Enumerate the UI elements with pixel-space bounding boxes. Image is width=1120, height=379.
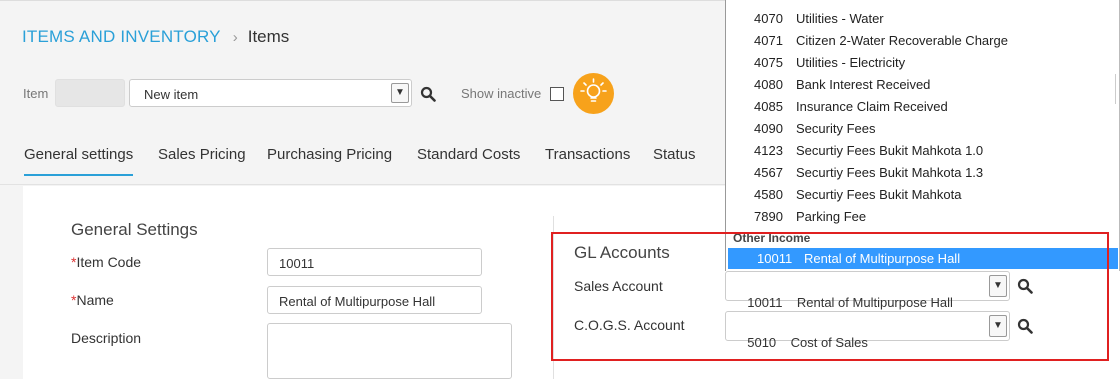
tab-purchasing-pricing[interactable]: Purchasing Pricing [267,146,392,163]
dropdown-option[interactable]: 4075 Utilities - Electricity [754,55,905,70]
dropdown-option[interactable]: 4071 Citizen 2-Water Recoverable Charge [754,33,1008,48]
tab-sales-pricing[interactable]: Sales Pricing [158,146,246,163]
breadcrumb-section-link[interactable]: ITEMS AND INVENTORY [22,27,221,46]
chevron-down-icon[interactable]: ▼ [391,83,409,103]
gl-accounts-highlight-box [551,232,1109,361]
breadcrumb: ITEMS AND INVENTORY › Items [22,27,289,47]
description-textarea[interactable] [267,323,512,379]
item-filter-label: Item [23,86,49,101]
dropdown-option[interactable]: 4580 Securtiy Fees Bukit Mahkota [754,187,961,202]
dropdown-option[interactable]: 4567 Securtiy Fees Bukit Mahkota 1.3 [754,165,983,180]
tab-transactions[interactable]: Transactions [545,146,630,163]
breadcrumb-separator: › [232,29,238,46]
item-code-input[interactable]: 10011 [267,248,482,276]
description-label: Description [71,330,142,346]
general-settings-title: General Settings [71,220,198,239]
page-title: Items [247,27,290,46]
show-inactive-label: Show inactive [461,86,542,101]
item-select-value: New item [144,87,199,102]
dropdown-option[interactable]: 4090 Security Fees [754,121,875,136]
dropdown-option[interactable]: 4070 Utilities - Water [754,11,884,26]
dropdown-option[interactable]: 4080 Bank Interest Received [754,77,930,92]
tab-standard-costs[interactable]: Standard Costs [417,146,520,163]
item-select[interactable]: New item ▼ [129,79,412,107]
item-code-label: *Item Code [71,254,142,270]
tab-general-settings[interactable]: General settings [24,146,134,176]
show-inactive-checkbox[interactable] [550,87,564,101]
dropdown-option[interactable]: 4123 Securtiy Fees Bukit Mahkota 1.0 [754,143,983,158]
dropdown-option[interactable]: 7890 Parking Fee [754,209,866,224]
search-icon[interactable] [420,86,436,102]
name-label: *Name [71,292,114,308]
sales-account-dropdown-list: 4070 Utilities - Water 4071 Citizen 2-Wate… [725,0,1120,271]
tab-status[interactable]: Status [653,146,696,163]
name-input[interactable]: Rental of Multipurpose Hall [267,286,482,314]
scrollbar-track[interactable] [1115,74,1116,104]
lightbulb-icon [580,78,607,102]
item-code-filter-input[interactable] [55,79,125,107]
lightbulb-button[interactable] [573,73,614,114]
dropdown-option[interactable]: 4085 Insurance Claim Received [754,99,948,114]
